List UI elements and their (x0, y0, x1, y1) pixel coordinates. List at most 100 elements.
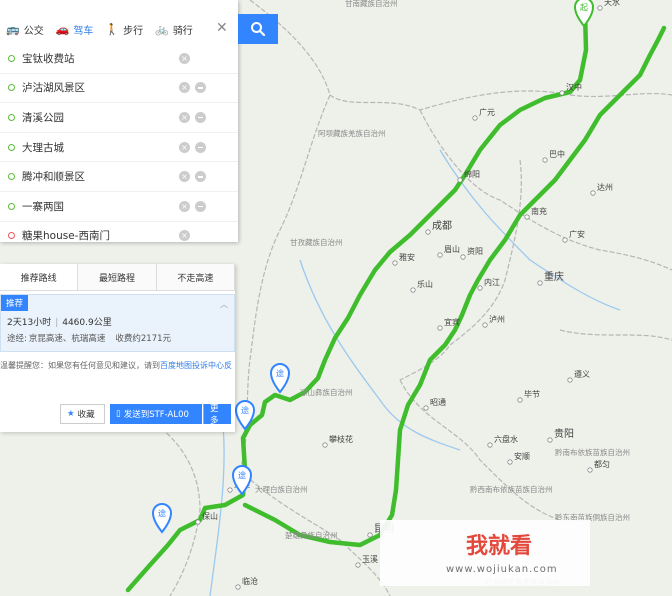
collapse-stop-icon[interactable] (195, 82, 206, 94)
region-label: 楚雄彝族自治州 (285, 530, 338, 540)
route-option[interactable]: 推荐 ︿ 2天13小时 | 4460.9公里 途经: 京昆高速、杭瑞高速 收费约2171… (0, 294, 235, 352)
more-button[interactable]: 更多 (203, 404, 231, 426)
collapse-stop-icon[interactable] (195, 141, 206, 153)
stop-item[interactable]: 清溪公园 × (0, 103, 238, 133)
waypoint-dot-icon (8, 84, 15, 92)
route-duration: 2天13小时 (7, 318, 52, 328)
stop-name: 腾冲和顺景区 (22, 171, 85, 184)
end-dot-icon (8, 232, 15, 240)
start-dot-icon (8, 54, 15, 62)
svg-text:乐山: 乐山 (417, 279, 433, 289)
feedback-tip: 温馨提醒您：如果您有任何意见和建议，请到百度地图投诉中心反 (0, 361, 232, 370)
remove-stop-icon[interactable]: × (179, 82, 190, 94)
waypoint-dot-icon (8, 173, 15, 181)
svg-text:达州: 达州 (597, 182, 613, 192)
watermark: 我就看 www.wojiukan.com (380, 520, 590, 586)
route-distance: 4460.9公里 (62, 318, 112, 328)
collapse-stop-icon[interactable] (195, 200, 206, 212)
svg-text:绵阳: 绵阳 (464, 169, 480, 179)
route-summary: 2天13小时 | 4460.9公里 (7, 318, 112, 328)
svg-text:广安: 广安 (569, 229, 585, 239)
svg-text:重庆: 重庆 (544, 270, 564, 283)
remove-stop-icon[interactable]: × (179, 111, 190, 123)
svg-text:遵义: 遵义 (574, 369, 590, 379)
region-label: 大理白族自治州 (255, 484, 308, 494)
stop-item[interactable]: 泸沽湖风景区 × (0, 74, 238, 104)
stop-name: 宝钛收费站 (22, 52, 75, 65)
region-label: 黔西南布依族苗族自治州 (470, 484, 553, 494)
recommend-badge: 推荐 (1, 295, 29, 311)
stop-name: 清溪公园 (22, 111, 64, 124)
remove-stop-icon[interactable]: × (179, 141, 190, 153)
region-label: 甘孜藏族自治州 (290, 237, 343, 247)
svg-text:贵阳: 贵阳 (554, 427, 574, 440)
svg-text:途: 途 (276, 368, 284, 378)
mode-drive[interactable]: 🚗 驾车 (50, 14, 100, 44)
stop-name: 泸沽湖风景区 (22, 82, 85, 95)
svg-text:毕节: 毕节 (524, 389, 540, 399)
watermark-url: www.wojiukan.com (446, 564, 558, 575)
collapse-stop-icon[interactable] (195, 111, 206, 123)
svg-text:临沧: 临沧 (242, 576, 258, 586)
waypoint-dot-icon (8, 202, 15, 210)
stop-name: 糖果house-西南门 (22, 230, 110, 243)
mode-bus[interactable]: 🚌 公交 (0, 14, 50, 44)
route-details: 途经: 京昆高速、杭瑞高速 收费约2171元 (7, 332, 181, 344)
svg-text:起: 起 (580, 3, 588, 12)
svg-text:攀枝花: 攀枝花 (329, 434, 353, 444)
svg-text:途: 途 (241, 405, 249, 415)
svg-text:资阳: 资阳 (467, 246, 483, 256)
stop-item[interactable]: 宝钛收费站 × (0, 44, 238, 74)
via-label: 途经: (7, 334, 27, 344)
svg-text:都匀: 都匀 (594, 459, 610, 469)
svg-text:安顺: 安顺 (514, 451, 530, 461)
car-icon: 🚗 (55, 22, 70, 36)
remove-stop-icon[interactable]: × (179, 171, 190, 183)
stop-item[interactable]: 糖果house-西南门 × (0, 222, 238, 252)
stop-name: 大理古城 (22, 141, 64, 154)
waypoint-dot-icon (8, 113, 15, 121)
favorite-button[interactable]: ★ 收藏 (60, 404, 105, 424)
star-icon: ★ (67, 409, 75, 419)
svg-text:成都: 成都 (432, 220, 452, 232)
phone-icon: ▯ (116, 409, 121, 419)
svg-text:南充: 南充 (531, 206, 547, 216)
collapse-stop-icon[interactable] (195, 171, 206, 183)
search-button[interactable] (238, 14, 278, 44)
svg-text:途: 途 (158, 508, 166, 518)
svg-text:保山: 保山 (202, 511, 218, 521)
remove-stop-icon[interactable]: × (179, 200, 190, 212)
remove-stop-icon[interactable]: × (179, 230, 190, 242)
watermark-brand: 我就看 (466, 534, 533, 559)
svg-text:广元: 广元 (479, 107, 495, 117)
svg-text:巴中: 巴中 (549, 149, 565, 159)
send-to-phone-button[interactable]: ▯ 发送到STF-AL00 (110, 404, 202, 424)
mode-walk[interactable]: 🚶 步行 (99, 14, 149, 44)
region-label: 黔南布依族苗族自治州 (555, 447, 630, 457)
tab-no-highway[interactable]: 不走高速 (156, 264, 235, 290)
stop-item[interactable]: 一寨两国 × (0, 192, 238, 222)
remove-stop-icon[interactable]: × (179, 52, 190, 64)
bus-icon: 🚌 (6, 22, 20, 36)
svg-text:途: 途 (238, 470, 246, 480)
complaint-link[interactable]: 百度地图投诉中心反 (160, 361, 232, 370)
stop-name: 一寨两国 (22, 200, 64, 213)
svg-text:内江: 内江 (484, 277, 500, 287)
stop-list: 宝钛收费站 × 泸沽湖风景区 × 清溪公园 × 大理古城 × 腾冲和顺景区 × 一寨两国 ×… (0, 44, 238, 252)
tab-recommended[interactable]: 推荐路线 (0, 264, 79, 290)
svg-text:汉中: 汉中 (566, 82, 582, 92)
tab-shortest[interactable]: 最短路程 (78, 264, 157, 290)
chevron-up-icon[interactable]: ︿ (220, 299, 228, 310)
bike-icon: 🚲 (155, 22, 169, 36)
svg-text:雅安: 雅安 (399, 252, 415, 262)
region-label: 凉山彝族自治州 (300, 387, 353, 397)
route-result-panel: 推荐路线 最短路程 不走高速 推荐 ︿ 2天13小时 | 4460.9公里 途经: 京… (0, 264, 235, 432)
stop-item[interactable]: 腾冲和顺景区 × (0, 162, 238, 192)
stop-item[interactable]: 大理古城 × (0, 133, 238, 163)
route-tabs: 推荐路线 最短路程 不走高速 (0, 264, 235, 291)
region-label: 甘南藏族自治州 (345, 0, 398, 8)
mode-bike[interactable]: 🚲 骑行 (149, 14, 199, 44)
close-icon[interactable]: ✕ (216, 20, 228, 36)
route-via: 京昆高速、杭瑞高速 (28, 334, 106, 344)
svg-text:昭通: 昭通 (430, 397, 446, 407)
